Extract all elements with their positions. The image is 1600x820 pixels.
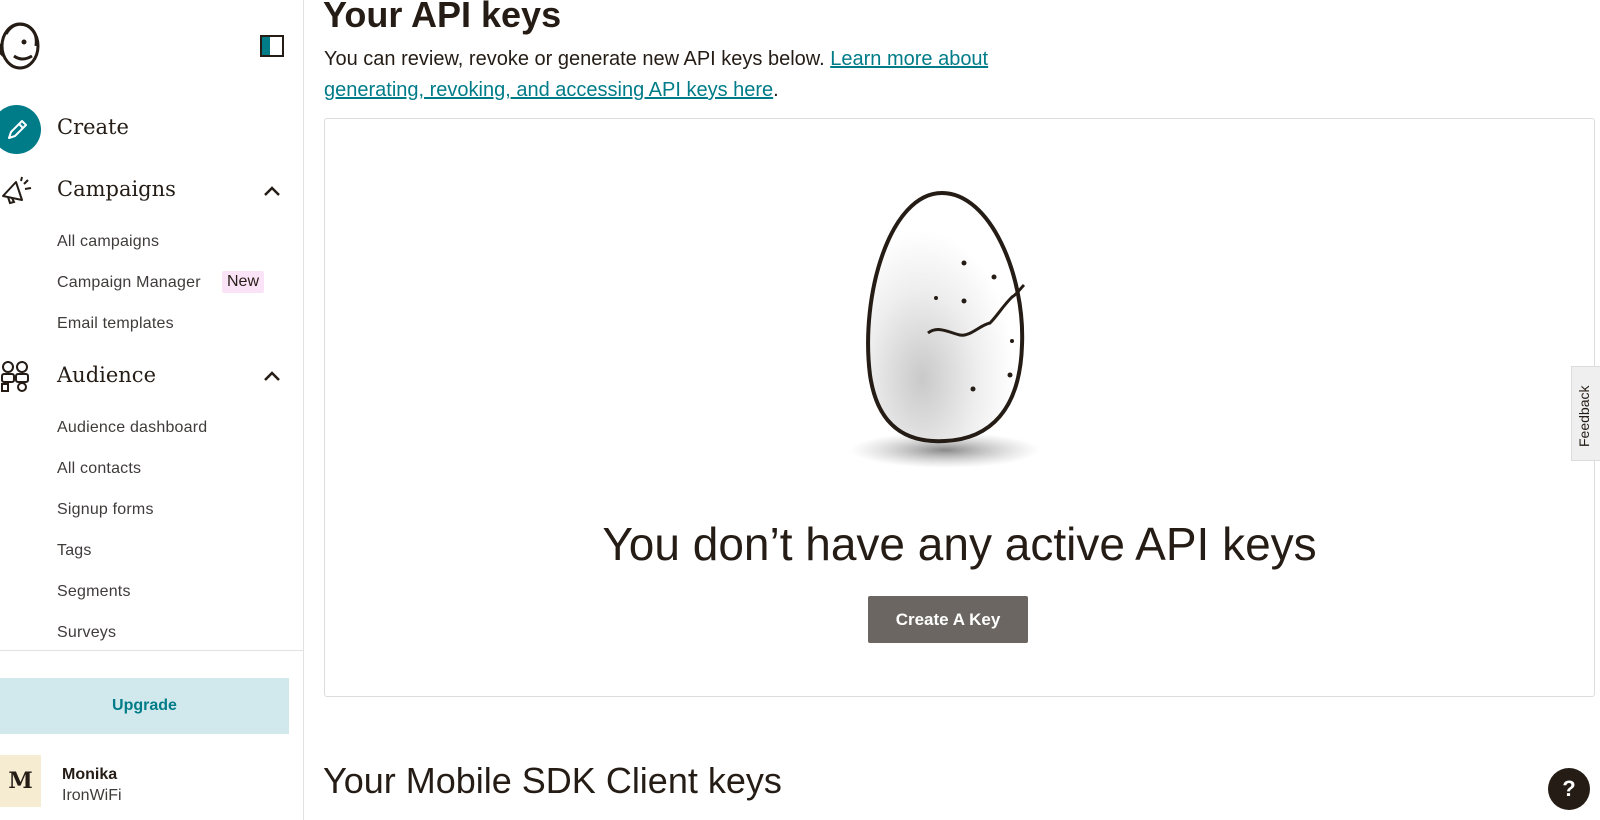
chevron-up-icon[interactable] (262, 184, 282, 198)
mailchimp-logo-icon[interactable] (0, 16, 42, 72)
empty-state-heading: You don’t have any active API keys (602, 518, 1317, 570)
sidebar-item-campaign-manager[interactable]: Campaign Manager (57, 274, 201, 292)
mobile-sdk-section-title: Your Mobile SDK Client keys (323, 760, 782, 801)
sidebar-item-segments[interactable]: Segments (57, 583, 131, 601)
intro-text-body: You can review, revoke or generate new A… (324, 48, 831, 70)
chevron-up-icon[interactable] (262, 369, 282, 383)
user-org[interactable]: IronWiFi (62, 787, 122, 805)
sidebar-item-all-campaigns[interactable]: All campaigns (57, 233, 159, 251)
new-badge: New (222, 271, 265, 293)
feedback-label: Feedback (1576, 385, 1592, 447)
sidebar-item-audience-dashboard[interactable]: Audience dashboard (57, 419, 207, 437)
sidebar: Create Campaigns All campaigns Campaign … (0, 0, 304, 820)
sidebar-item-surveys[interactable]: Surveys (57, 624, 116, 642)
sidebar-item-signup-forms[interactable]: Signup forms (57, 501, 154, 519)
pencil-icon (7, 119, 27, 139)
sidebar-divider (0, 650, 303, 651)
intro-text: You can review, revoke or generate new A… (324, 44, 1084, 106)
sidebar-item-campaigns[interactable]: Campaigns (57, 177, 176, 201)
upgrade-button[interactable]: Upgrade (0, 678, 289, 734)
sidebar-item-email-templates[interactable]: Email templates (57, 315, 174, 333)
create-label[interactable]: Create (57, 115, 129, 139)
create-button[interactable] (0, 105, 41, 154)
sidebar-item-tags[interactable]: Tags (57, 542, 92, 560)
create-key-button[interactable]: Create A Key (868, 596, 1028, 643)
intro-period: . (773, 79, 779, 101)
sidebar-item-audience[interactable]: Audience (57, 363, 156, 387)
audience-icon (1, 361, 29, 392)
feedback-tab[interactable]: Feedback (1571, 366, 1600, 461)
megaphone-icon (2, 176, 32, 205)
cracked-egg-illustration (850, 191, 1040, 468)
sidebar-item-all-contacts[interactable]: All contacts (57, 460, 141, 478)
page-title: Your API keys (323, 0, 562, 36)
user-name[interactable]: Monika (62, 766, 117, 784)
help-button[interactable]: ? (1548, 768, 1590, 810)
avatar[interactable]: M (0, 755, 41, 807)
sidebar-collapse-icon[interactable] (260, 34, 284, 58)
